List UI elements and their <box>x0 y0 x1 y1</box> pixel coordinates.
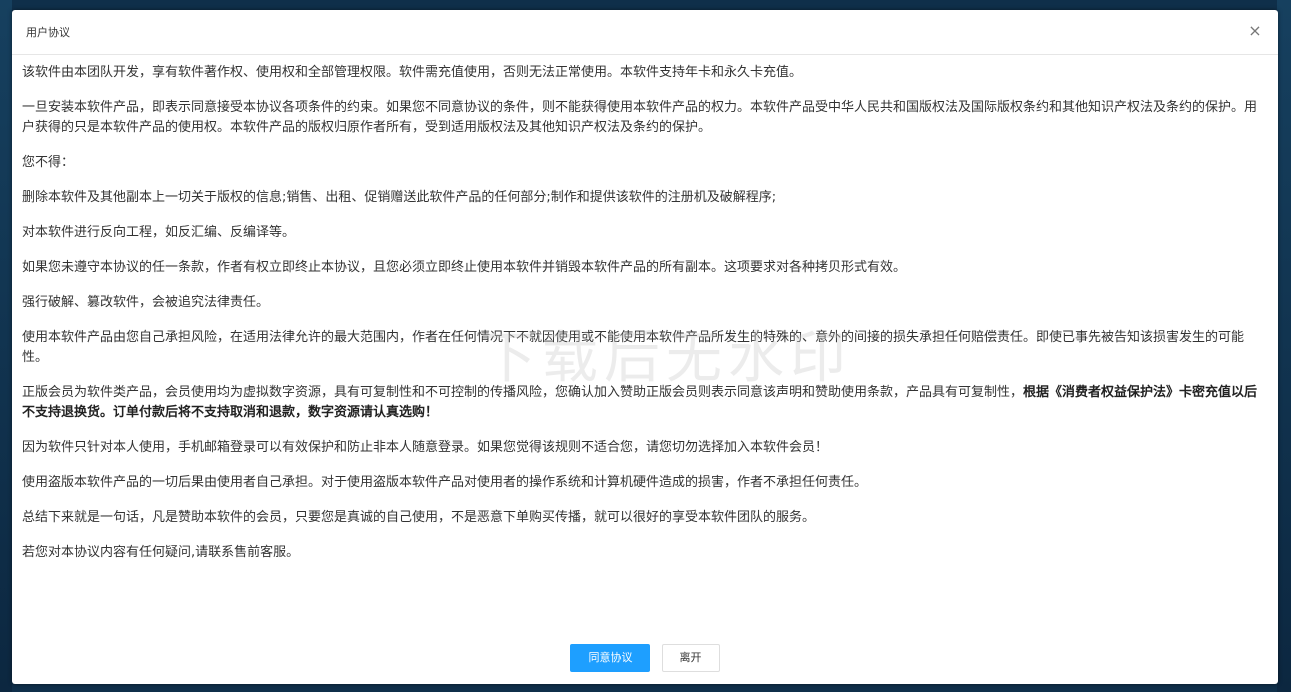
agreement-paragraph: 您不得： <box>22 155 75 170</box>
agreement-paragraph: 使用盗版本软件产品的一切后果由使用者自己承担。对于使用盗版本软件产品对使用者的操… <box>22 475 868 490</box>
agreement-paragraph: 因为软件只针对本人使用，手机邮箱登录可以有效保护和防止非本人随意登录。如果您觉得… <box>22 440 829 455</box>
membership-paragraph: 正版会员为软件类产品，会员使用均为虚拟数字资源，具有可复制性和不可控制的传播风险… <box>22 383 1268 423</box>
backdrop-right <box>1277 0 1291 692</box>
agreement-paragraph: 如果您未遵守本协议的任一条款，作者有权立即终止本协议，且您必须立即终止使用本软件… <box>22 260 907 275</box>
leave-button[interactable]: 离开 <box>661 644 720 672</box>
agreement-paragraph: 使用本软件产品由您自己承担风险，在适用法律允许的最大范围内，作者在任何情况下不就… <box>22 330 1245 365</box>
agreement-content: 该软件由本团队开发，享有软件著作权、使用权和全部管理权限。软件需充值使用，否则无… <box>12 55 1278 563</box>
agreement-paragraph: 对本软件进行反向工程，如反汇编、反编译等。 <box>22 225 296 240</box>
agreement-paragraph: 一旦安装本软件产品，即表示同意接受本协议各项条件的约束。如果您不同意协议的条件，… <box>22 100 1258 135</box>
user-agreement-dialog: 用户协议 × 该软件由本团队开发，享有软件著作权、使用权和全部管理权限。软件需充… <box>12 10 1278 684</box>
dialog-footer: 同意协议 离开 <box>12 644 1278 672</box>
membership-text: 正版会员为软件类产品，会员使用均为虚拟数字资源，具有可复制性和不可控制的传播风险… <box>22 385 1024 400</box>
agreement-paragraph: 若您对本协议内容有任何疑问,请联系售前客服。 <box>22 545 300 560</box>
agree-button[interactable]: 同意协议 <box>570 644 651 672</box>
dialog-header: 用户协议 × <box>12 10 1278 55</box>
dialog-title: 用户协议 <box>26 26 70 39</box>
backdrop-left <box>0 0 12 692</box>
close-icon[interactable]: × <box>1246 22 1264 40</box>
agreement-paragraph: 强行破解、篡改软件，会被追究法律责任。 <box>22 295 270 310</box>
agreement-paragraph: 总结下来就是一句话，凡是赞助本软件的会员，只要您是真诚的自己使用，不是恶意下单购… <box>22 510 816 525</box>
agreement-paragraph: 删除本软件及其他副本上一切关于版权的信息;销售、出租、促销赠送此软件产品的任何部… <box>22 190 777 205</box>
agreement-paragraph: 该软件由本团队开发，享有软件著作权、使用权和全部管理权限。软件需充值使用，否则无… <box>22 65 803 80</box>
